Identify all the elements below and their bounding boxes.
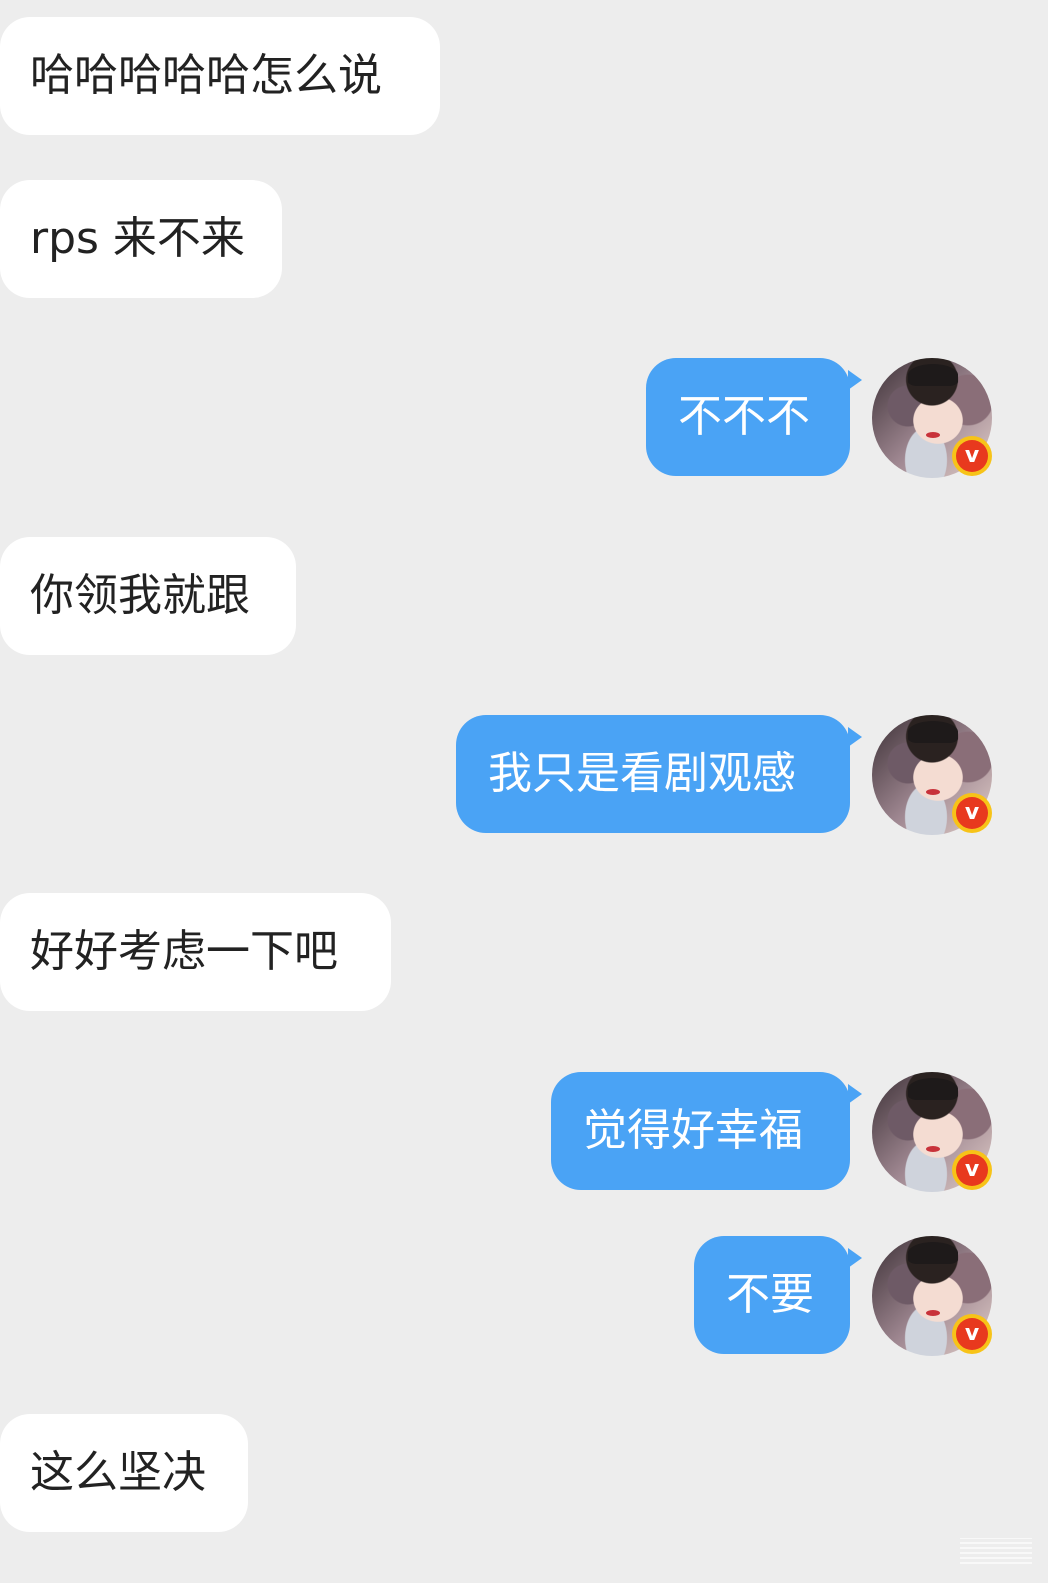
message-text: 不要 [726,1269,814,1320]
message-bubble[interactable]: 好好考虑一下吧 [0,893,391,1011]
avatar-lips [926,1146,940,1152]
verified-v-icon-label: v [956,797,988,829]
message-bubble[interactable]: 不不不 [646,358,850,476]
verified-v-icon-label: v [956,1154,988,1186]
bubble-tail [848,727,862,747]
avatar-hair [908,364,958,386]
user-avatar[interactable]: v [872,715,992,835]
user-avatar[interactable]: v [872,1072,992,1192]
message-text: 你领我就跟 [30,570,250,621]
message-bubble[interactable]: 我只是看剧观感 [456,715,850,833]
verified-v-icon: v [952,1150,992,1190]
message-bubble[interactable]: 你领我就跟 [0,537,296,655]
verified-v-icon: v [952,436,992,476]
message-text: 哈哈哈哈哈怎么说 [30,50,382,101]
message-text: 我只是看剧观感 [488,748,796,799]
avatar-lips [926,1310,940,1316]
chat-thread: 哈哈哈哈哈怎么说 rps 来不来 不不不 v 你领我就跟 我只是看剧观感 v 好… [0,0,1048,1583]
message-bubble[interactable]: rps 来不来 [0,180,282,298]
user-avatar[interactable]: v [872,358,992,478]
avatar-lips [926,789,940,795]
bubble-tail [848,1084,862,1104]
bubble-tail [848,1248,862,1268]
avatar-hair [908,721,958,743]
message-bubble[interactable]: 这么坚决 [0,1414,248,1532]
avatar-hair [908,1078,958,1100]
user-avatar[interactable]: v [872,1236,992,1356]
verified-v-icon-label: v [956,1318,988,1350]
avatar-hair [908,1242,958,1264]
watermark [960,1538,1032,1564]
message-bubble[interactable]: 觉得好幸福 [551,1072,850,1190]
verified-v-icon: v [952,1314,992,1354]
message-bubble[interactable]: 不要 [694,1236,850,1354]
bubble-tail [848,370,862,390]
message-text: rps 来不来 [30,213,245,264]
message-text: 不不不 [678,391,810,442]
avatar-lips [926,432,940,438]
message-text: 好好考虑一下吧 [30,926,338,977]
message-bubble[interactable]: 哈哈哈哈哈怎么说 [0,17,440,135]
message-text: 这么坚决 [30,1447,206,1498]
message-text: 觉得好幸福 [583,1105,803,1156]
verified-v-icon-label: v [956,440,988,472]
verified-v-icon: v [952,793,992,833]
